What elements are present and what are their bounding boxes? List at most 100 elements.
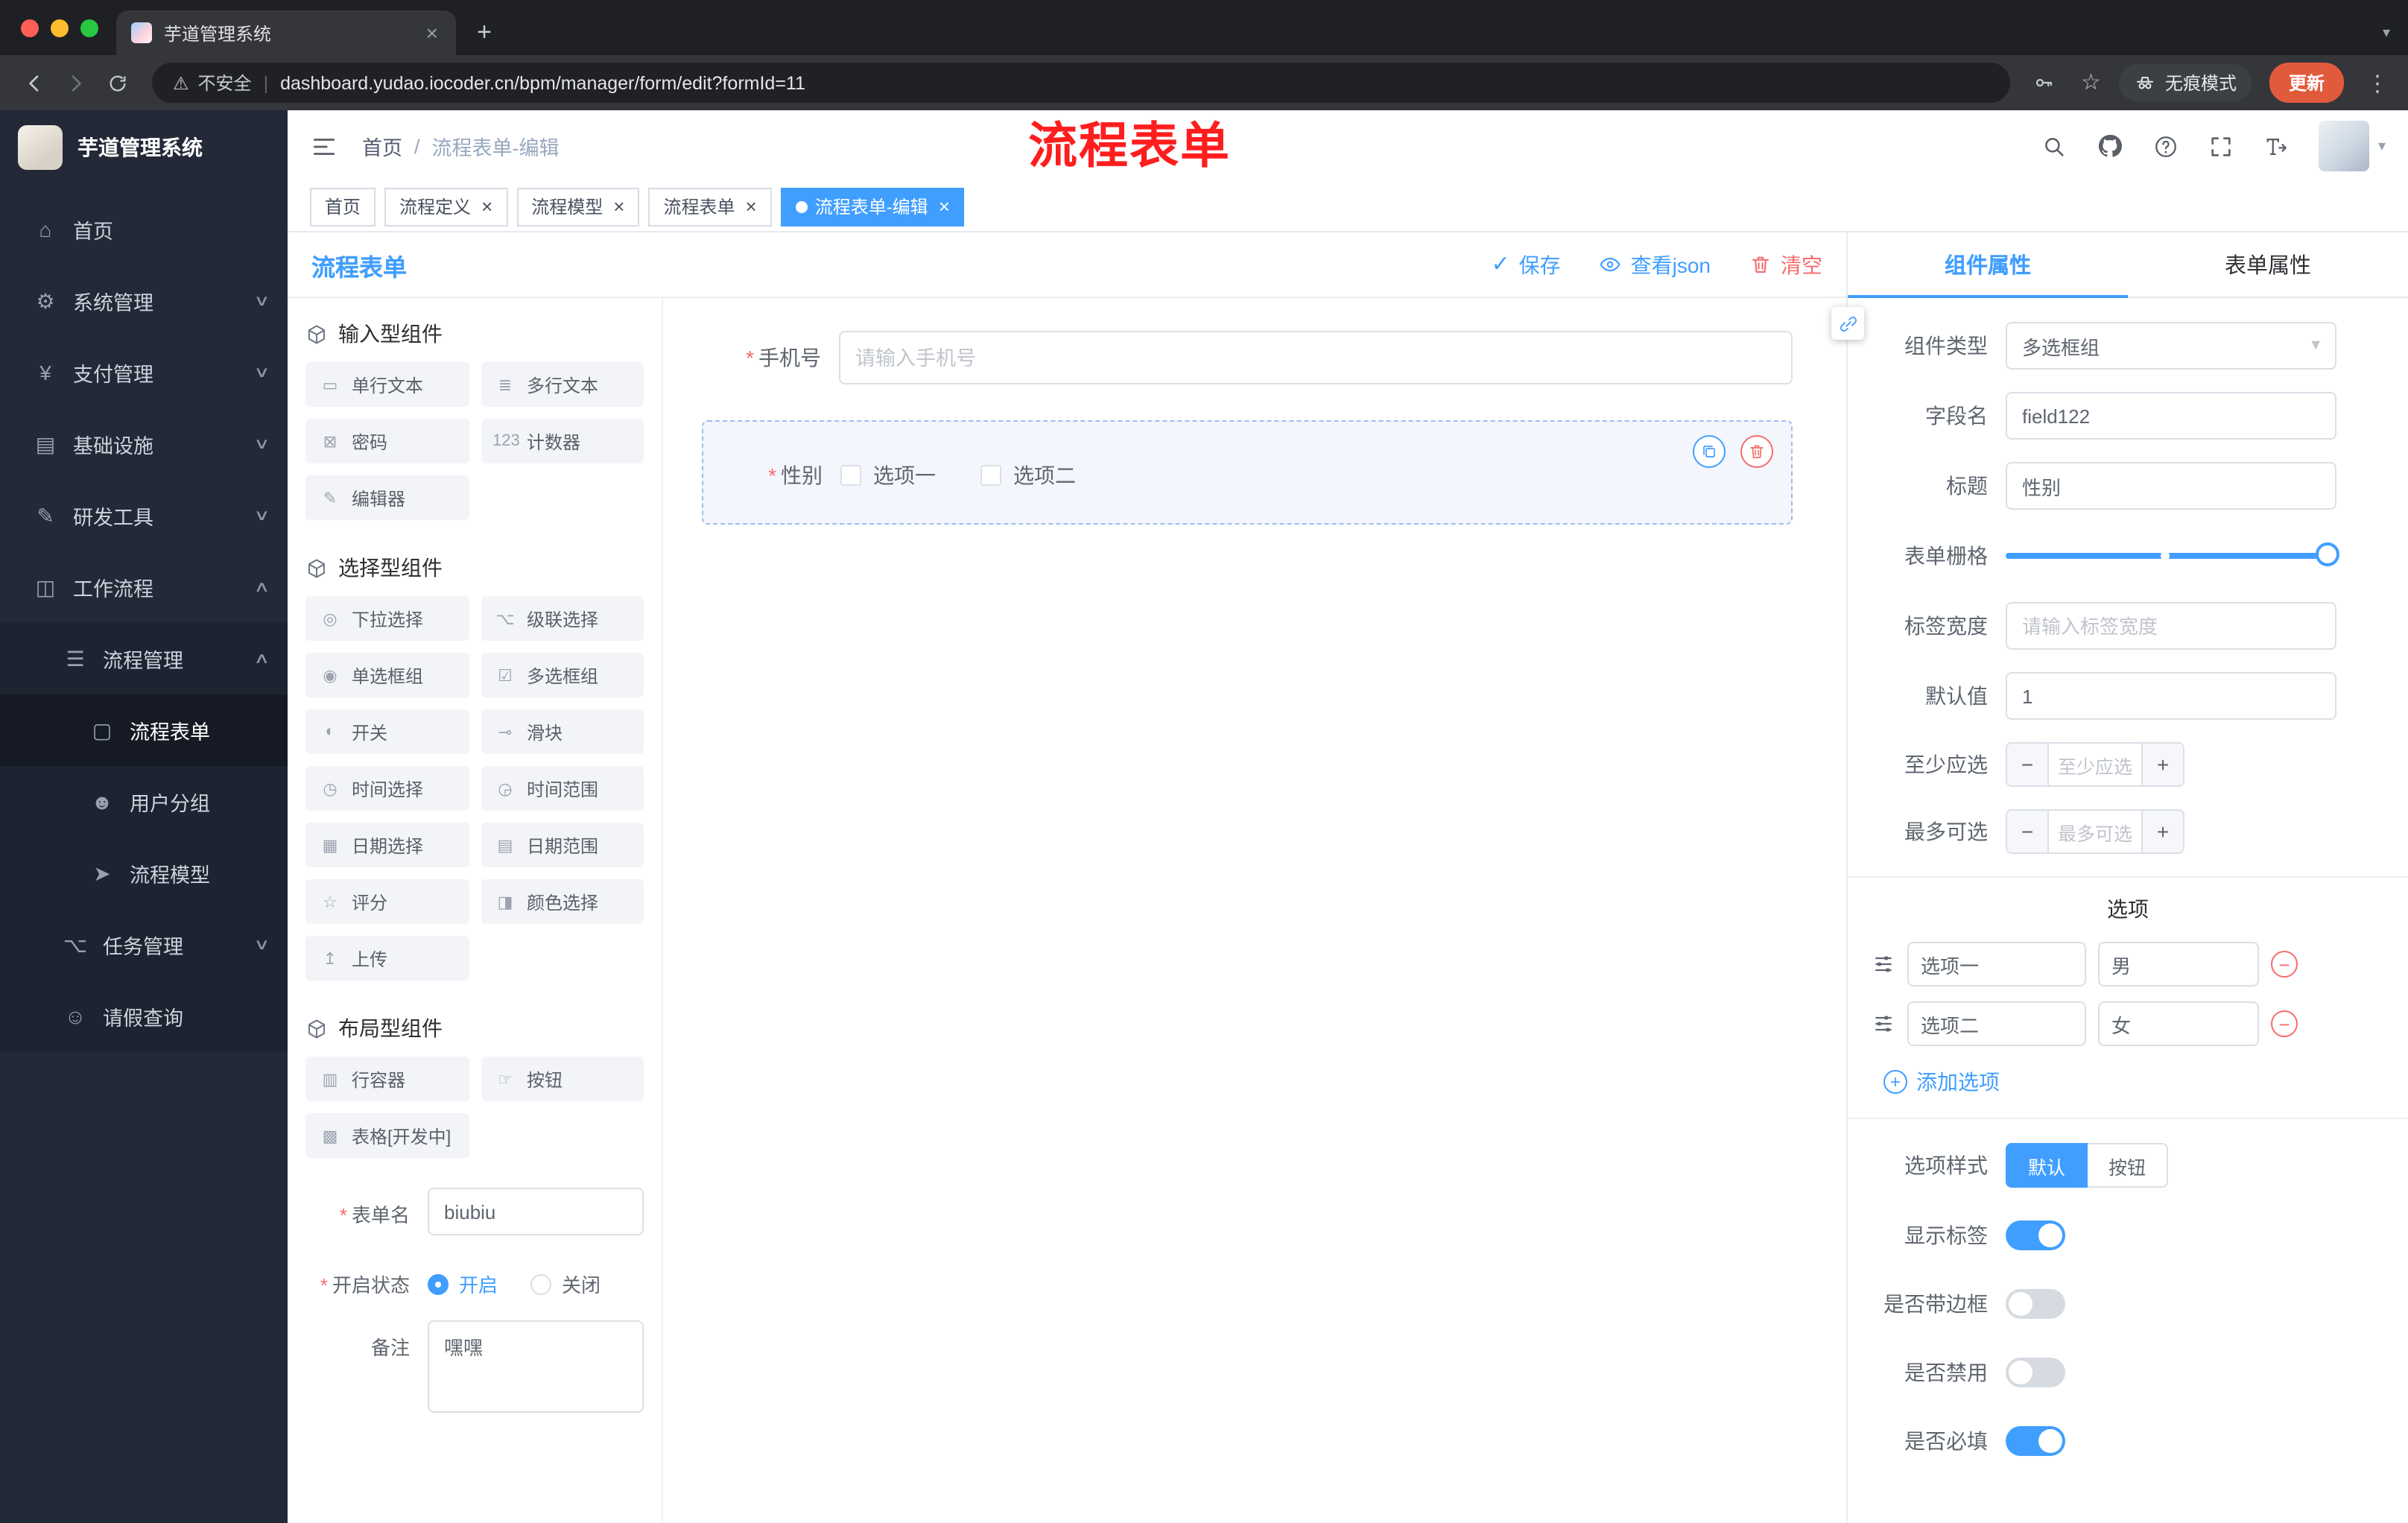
increase-button[interactable]: + <box>2141 744 2183 785</box>
help-icon[interactable] <box>2153 133 2179 159</box>
breadcrumb-home[interactable]: 首页 <box>362 131 402 161</box>
address-bar[interactable]: ⚠ 不安全 | dashboard.yudao.iocoder.cn/bpm/m… <box>152 63 2010 103</box>
tab-form-props[interactable]: 表单属性 <box>2128 232 2408 297</box>
sidebar-item[interactable]: ➤ 流程模型 <box>0 838 288 909</box>
sidebar-item[interactable]: ☰ 流程管理 <box>0 623 288 694</box>
window-close-button[interactable] <box>21 19 39 37</box>
browser-menu-kebab-icon[interactable]: ⋮ <box>2362 69 2393 96</box>
palette-item[interactable]: ◎ 下拉选择 <box>305 596 469 641</box>
palette-item[interactable]: ✎ 编辑器 <box>305 475 469 520</box>
window-minimize-button[interactable] <box>51 19 69 37</box>
view-tag[interactable]: 流程表单-编辑 × <box>780 187 965 226</box>
new-tab-button[interactable]: + <box>465 13 504 52</box>
palette-item[interactable]: ▥ 行容器 <box>305 1057 469 1101</box>
view-tag[interactable]: 流程模型 × <box>516 187 640 226</box>
decrease-button[interactable]: − <box>2007 811 2049 852</box>
tag-close-icon[interactable]: × <box>613 197 624 216</box>
sidebar-item[interactable]: ¥ 支付管理 <box>0 337 288 408</box>
increase-button[interactable]: + <box>2141 811 2183 852</box>
palette-item[interactable]: ◨ 颜色选择 <box>481 879 644 924</box>
status-radio-off[interactable]: 关闭 <box>530 1270 601 1298</box>
canvas-field-gender-selected[interactable]: 性别 选项一 选项二 <box>702 420 1793 525</box>
github-icon[interactable] <box>2097 133 2123 159</box>
sidebar-item[interactable]: ◫ 工作流程 <box>0 551 288 623</box>
toggle-switch[interactable] <box>2006 1426 2065 1456</box>
palette-item[interactable]: ⊠ 密码 <box>305 419 469 463</box>
toggle-switch[interactable] <box>2006 1358 2065 1387</box>
max-select-value[interactable]: 最多可选 <box>2049 811 2141 852</box>
palette-item[interactable]: ▭ 单行文本 <box>305 362 469 407</box>
window-zoom-button[interactable] <box>80 19 98 37</box>
app-logo-row[interactable]: 芋道管理系统 <box>0 110 288 185</box>
grid-slider[interactable] <box>2006 532 2339 580</box>
form-canvas[interactable]: 手机号 性别 选项一 <box>663 298 1846 1523</box>
phone-input[interactable] <box>839 331 1793 384</box>
tab-component-props[interactable]: 组件属性 <box>1848 232 2128 298</box>
gender-option1-checkbox[interactable]: 选项一 <box>840 460 936 490</box>
toggle-switch[interactable] <box>2006 1220 2065 1250</box>
palette-item[interactable]: ◷ 时间选择 <box>305 766 469 811</box>
remove-option-button[interactable]: − <box>2271 1010 2298 1037</box>
gender-option2-checkbox[interactable]: 选项二 <box>980 460 1076 490</box>
status-radio-on[interactable]: 开启 <box>428 1270 498 1298</box>
tag-close-icon[interactable]: × <box>746 197 757 216</box>
copy-field-button[interactable] <box>1693 435 1726 468</box>
bookmark-star-icon[interactable]: ☆ <box>2081 72 2101 94</box>
palette-item[interactable]: ☑ 多选框组 <box>481 653 644 697</box>
palette-item[interactable]: ☞ 按钮 <box>481 1057 644 1101</box>
tab-search-caret-icon[interactable]: ▾ <box>2383 25 2390 42</box>
view-tag[interactable]: 流程定义 × <box>384 187 508 226</box>
palette-item[interactable]: ▦ 日期选择 <box>305 823 469 867</box>
sidebar-item[interactable]: ⌂ 首页 <box>0 194 288 265</box>
palette-item[interactable]: ⊸ 滑块 <box>481 709 644 754</box>
palette-item[interactable]: ⌥ 级联选择 <box>481 596 644 641</box>
palette-item[interactable]: ↥ 上传 <box>305 936 469 981</box>
option-label-input[interactable] <box>1907 1001 2086 1046</box>
palette-item[interactable]: ▩ 表格[开发中] <box>305 1113 469 1158</box>
drag-handle-icon[interactable] <box>1872 1012 1895 1036</box>
reload-button[interactable] <box>98 63 137 102</box>
font-size-icon[interactable] <box>2263 133 2289 159</box>
sidebar-item[interactable]: ▤ 基础设施 <box>0 408 288 480</box>
view-json-button[interactable]: 查看json <box>1600 250 1711 279</box>
form-name-input[interactable] <box>428 1188 644 1235</box>
palette-item[interactable]: ◉ 单选框组 <box>305 653 469 697</box>
tab-close-icon[interactable]: × <box>423 21 441 45</box>
sidebar-item[interactable]: ✎ 研发工具 <box>0 480 288 551</box>
sidebar-item[interactable]: ⚙ 系统管理 <box>0 265 288 337</box>
title-input[interactable] <box>2006 462 2336 510</box>
sidebar-item[interactable]: ☻ 用户分组 <box>0 766 288 838</box>
style-default-button[interactable]: 默认 <box>2006 1143 2088 1188</box>
default-value-input[interactable] <box>2006 672 2336 720</box>
canvas-field-phone[interactable]: 手机号 <box>702 331 1807 384</box>
option-value-input[interactable] <box>2098 942 2259 987</box>
palette-item[interactable]: ◐ 开关 <box>305 709 469 754</box>
decrease-button[interactable]: − <box>2007 744 2049 785</box>
sidebar-item[interactable]: ☺ 请假查询 <box>0 981 288 1052</box>
field-name-input[interactable] <box>2006 392 2336 440</box>
drag-handle-icon[interactable] <box>1872 952 1895 976</box>
toggle-switch[interactable] <box>2006 1289 2065 1319</box>
palette-item[interactable]: ▤ 日期范围 <box>481 823 644 867</box>
add-option-button[interactable]: + 添加选项 <box>1883 1067 2384 1097</box>
tag-close-icon[interactable]: × <box>481 197 492 216</box>
remove-option-button[interactable]: − <box>2271 951 2298 978</box>
palette-item[interactable]: ◶ 时间范围 <box>481 766 644 811</box>
view-tag[interactable]: 首页 × <box>310 187 376 226</box>
form-remark-textarea[interactable] <box>428 1320 644 1413</box>
update-button[interactable]: 更新 <box>2269 63 2344 103</box>
security-warning[interactable]: ⚠ 不安全 <box>173 70 252 95</box>
option-value-input[interactable] <box>2098 1001 2259 1046</box>
user-menu[interactable]: ▾ <box>2318 121 2386 171</box>
slider-handle[interactable] <box>2316 542 2339 566</box>
collapse-menu-button[interactable] <box>310 132 338 160</box>
forward-button[interactable] <box>57 63 95 102</box>
save-button[interactable]: ✓ 保存 <box>1491 250 1560 279</box>
link-button[interactable] <box>1831 307 1864 340</box>
fullscreen-icon[interactable] <box>2208 133 2234 159</box>
search-icon[interactable] <box>2041 133 2067 159</box>
browser-tab[interactable]: 芋道管理系统 × <box>116 10 456 55</box>
sidebar-item[interactable]: ▢ 流程表单 <box>0 694 288 766</box>
palette-item[interactable]: ☆ 评分 <box>305 879 469 924</box>
password-key-icon[interactable] <box>2024 63 2063 102</box>
